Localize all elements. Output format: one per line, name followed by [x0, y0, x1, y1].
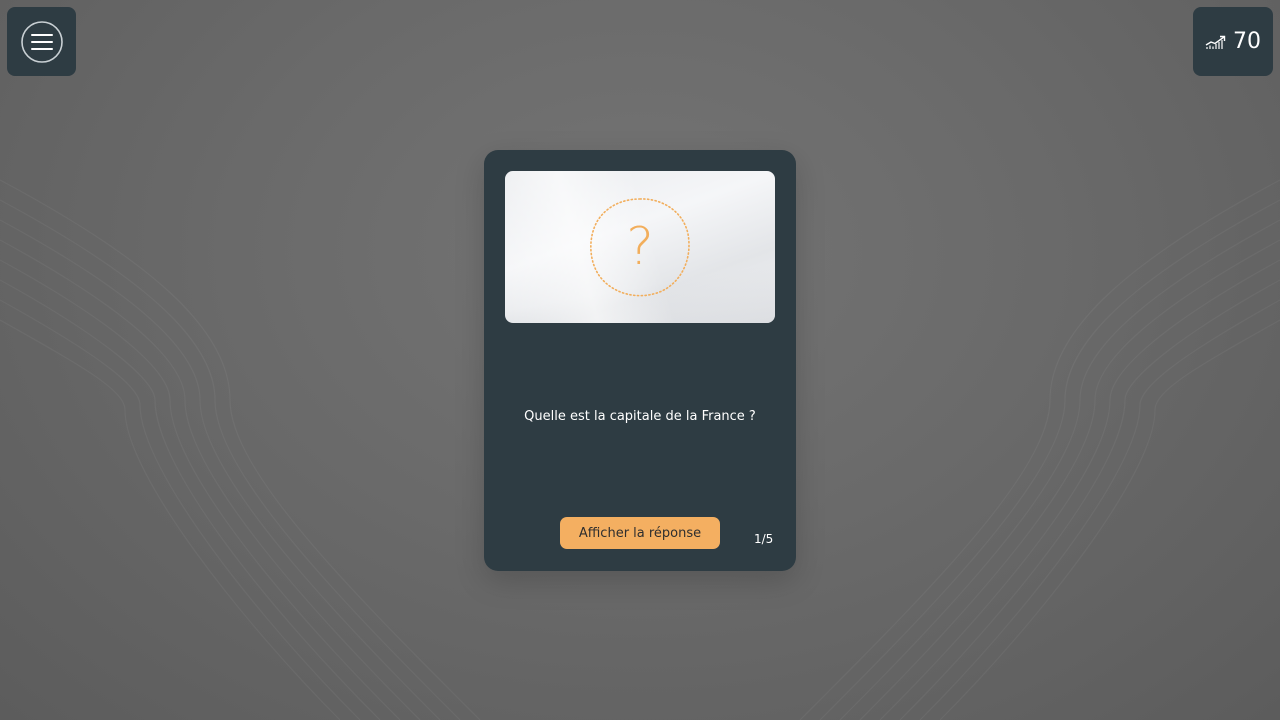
question-mark-icon: ?: [588, 196, 692, 298]
show-answer-button[interactable]: Afficher la réponse: [560, 517, 720, 549]
score-value: 70: [1233, 28, 1261, 54]
hamburger-menu-icon: [20, 20, 63, 63]
trending-up-chart-icon: [1205, 35, 1226, 49]
menu-button[interactable]: [7, 7, 76, 76]
flashcard: ? Quelle est la capitale de la France ? …: [484, 150, 796, 571]
card-image: ?: [505, 171, 775, 323]
question-progress: 1/5: [754, 532, 774, 546]
question-mark-glyph: ?: [626, 217, 654, 277]
score-display: 70: [1193, 7, 1273, 76]
question-text: Quelle est la capitale de la France ?: [524, 409, 756, 424]
